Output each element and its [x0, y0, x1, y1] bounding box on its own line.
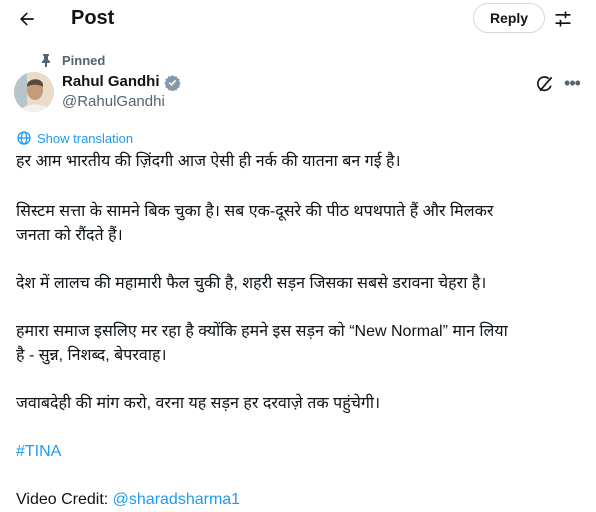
grok-icon — [536, 76, 553, 92]
post-paragraph: देश में लालच की महामारी फैल चुकी है, शहर… — [16, 275, 487, 292]
pinned-label: Pinned — [62, 52, 106, 68]
post-paragraph: हर आम भारतीय की ज़िंदगी आज ऐसी ही नर्क क… — [16, 153, 401, 170]
pin-icon — [42, 54, 50, 67]
post-paragraph: जवाबदेही की मांग करो, वरना यह सड़न हर दर… — [16, 395, 381, 412]
author-name-row: Rahul Gandhi — [62, 73, 181, 91]
back-button[interactable] — [14, 6, 40, 32]
show-translation-label: Show translation — [37, 130, 134, 146]
post-paragraph: जनता को रौंदते हैं। — [16, 227, 123, 244]
pinned-indicator: Pinned — [40, 52, 105, 68]
author-name[interactable]: Rahul Gandhi — [62, 73, 160, 91]
post-paragraph: हमारा समाज इसलिए मर रहा है क्योंकि हमने … — [16, 323, 508, 340]
settings-sliders-icon — [555, 11, 571, 27]
more-icon: ••• — [564, 72, 581, 93]
translate-icon — [17, 131, 31, 145]
author-handle[interactable]: @RahulGandhi — [62, 93, 165, 111]
video-credit-label: Video Credit: — [16, 491, 113, 508]
more-button[interactable]: ••• — [562, 73, 582, 93]
page-title: Post — [71, 7, 115, 29]
settings-button[interactable] — [551, 7, 575, 31]
post-paragraph: सिस्टम सत्ता के सामने बिक चुका है। सब एक… — [16, 203, 494, 220]
credit-handle-link[interactable]: @sharadsharma1 — [113, 491, 240, 508]
show-translation-link[interactable]: Show translation — [16, 130, 133, 146]
hashtag-link[interactable]: #TINA — [16, 440, 576, 464]
back-arrow-icon — [20, 12, 34, 26]
avatar[interactable] — [14, 72, 54, 112]
post-paragraph: है - सुन्न, निशब्द, बेपरवाह। — [16, 347, 167, 364]
video-credit: Video Credit: @sharadsharma1 — [16, 488, 576, 512]
verified-badge-icon — [163, 74, 181, 91]
grok-button[interactable] — [534, 73, 556, 95]
post-header: Post Reply — [0, 0, 596, 38]
reply-button[interactable]: Reply — [473, 3, 545, 33]
